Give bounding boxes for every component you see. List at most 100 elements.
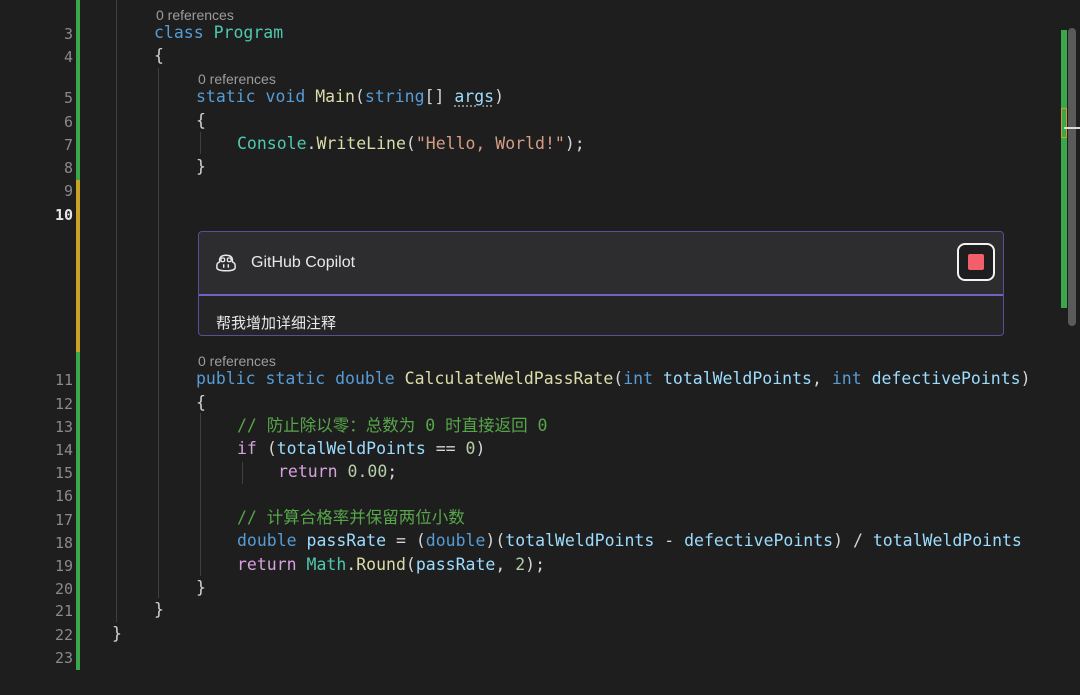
param-token: defectivePoints <box>871 369 1021 388</box>
line-number: 23 <box>54 649 73 667</box>
number-token: 0.00 <box>347 462 388 481</box>
punct-token: , <box>495 555 506 574</box>
code-line-14[interactable]: if (totalWeldPoints == 0) <box>237 438 485 460</box>
operator-token: = <box>395 531 406 550</box>
line-number: 13 <box>54 418 73 436</box>
keyword-token: class <box>154 23 204 42</box>
param-token: totalWeldPoints <box>662 369 812 388</box>
punct-token: ( <box>405 134 416 153</box>
param-token: totalWeldPoints <box>505 531 655 550</box>
keyword-token: string <box>364 87 425 106</box>
code-line-19[interactable]: return Math.Round(passRate, 2); <box>237 554 545 576</box>
punct-token: ) <box>833 531 844 550</box>
param-token: totalWeldPoints <box>872 531 1022 550</box>
punct-token: ( <box>405 555 416 574</box>
stop-button[interactable] <box>957 243 995 281</box>
code-line-12[interactable]: { <box>196 392 206 414</box>
punct-token: ) <box>1020 369 1031 388</box>
number-token: 0 <box>465 439 476 458</box>
punct-token: ) <box>485 531 496 550</box>
punct-token: . <box>346 555 357 574</box>
keyword-token: double <box>425 531 486 550</box>
code-line-8[interactable]: } <box>196 156 206 178</box>
operator-token: / <box>852 531 863 550</box>
punct-token: ); <box>525 555 546 574</box>
copilot-header: GitHub Copilot <box>199 232 1003 296</box>
code-line-5[interactable]: static void Main(string[] args) <box>196 86 504 108</box>
punct-token: ) <box>475 439 486 458</box>
keyword-token: double <box>335 369 395 388</box>
overview-ruler-changes <box>1061 30 1067 308</box>
control-keyword-token: return <box>237 555 297 574</box>
change-indicator-saved <box>76 0 80 180</box>
indent-guide <box>200 413 201 576</box>
overview-ruler-caret <box>1064 127 1080 129</box>
copilot-prompt-text: 帮我增加详细注释 <box>216 314 337 332</box>
line-number-current: 10 <box>54 206 73 224</box>
keyword-token: public <box>196 369 256 388</box>
brace-token: } <box>196 578 206 597</box>
code-line-21[interactable]: } <box>154 599 164 621</box>
code-line-17[interactable]: // 计算合格率并保留两位小数 <box>237 507 465 529</box>
punct-token: ); <box>564 134 585 153</box>
line-number: 20 <box>54 580 73 598</box>
code-line-13[interactable]: // 防止除以零：总数为 0 时直接返回 0 <box>237 415 547 437</box>
line-number: 21 <box>54 602 73 620</box>
punct-token: . <box>306 134 317 153</box>
line-number: 8 <box>63 159 73 177</box>
punct-token: [] <box>424 87 445 106</box>
keyword-token: double <box>237 531 297 550</box>
punct-token: ( <box>415 531 426 550</box>
comment-token: // 计算合格率并保留两位小数 <box>237 508 465 527</box>
param-token: passRate <box>306 531 387 550</box>
param-token: totalWeldPoints <box>276 439 426 458</box>
comment-token: // 防止除以零：总数为 0 时直接返回 0 <box>237 416 548 435</box>
copilot-title: GitHub Copilot <box>251 254 356 271</box>
vertical-scrollbar-thumb[interactable] <box>1068 28 1076 326</box>
brace-token: } <box>196 157 206 176</box>
copilot-inline-chat[interactable]: GitHub Copilot 帮我增加详细注释 <box>198 231 1004 336</box>
keyword-token: void <box>265 87 306 106</box>
line-number: 22 <box>54 626 73 644</box>
code-line-18[interactable]: double passRate = (double)(totalWeldPoin… <box>237 530 1022 552</box>
punct-token: ; <box>387 462 398 481</box>
line-number: 3 <box>63 25 73 43</box>
param-token: defectivePoints <box>684 531 834 550</box>
line-number: 7 <box>63 136 73 154</box>
line-number: 5 <box>63 89 73 107</box>
keyword-token: int <box>831 369 862 388</box>
line-number: 11 <box>54 371 73 389</box>
type-token: Program <box>213 23 284 42</box>
punct-token: ) <box>494 87 505 106</box>
param-token: passRate <box>415 555 496 574</box>
operator-token: - <box>664 531 675 550</box>
code-line-20[interactable]: } <box>196 577 206 599</box>
brace-token: } <box>154 600 164 619</box>
indent-guide <box>200 132 201 154</box>
param-token: args <box>454 87 495 106</box>
code-line-6[interactable]: { <box>196 110 206 132</box>
code-line-7[interactable]: Console.WriteLine("Hello, World!"); <box>237 133 585 155</box>
punct-token: ( <box>495 531 506 550</box>
copilot-icon <box>216 254 236 272</box>
overview-ruler-marker <box>1061 108 1067 138</box>
code-line-11[interactable]: public static double CalculateWeldPassRa… <box>196 368 1031 390</box>
line-number: 12 <box>54 395 73 413</box>
keyword-token: static <box>265 369 326 388</box>
line-number: 4 <box>63 48 73 66</box>
keyword-token: int <box>623 369 654 388</box>
code-line-15[interactable]: return 0.00; <box>278 461 397 483</box>
code-line-22[interactable]: } <box>112 623 122 645</box>
function-token: WriteLine <box>316 134 406 153</box>
code-editor[interactable]: 3 4 5 6 7 8 9 10 11 12 13 14 15 16 17 18… <box>0 0 1080 695</box>
line-number: 19 <box>54 557 73 575</box>
indent-guide <box>116 0 117 622</box>
line-number: 6 <box>63 113 73 131</box>
code-line-4[interactable]: { <box>154 45 164 67</box>
number-token: 2 <box>515 555 526 574</box>
code-line-3[interactable]: class Program <box>154 22 283 44</box>
control-keyword-token: return <box>278 462 338 481</box>
line-number: 9 <box>63 182 73 200</box>
type-token: Console <box>237 134 307 153</box>
brace-token: { <box>154 46 164 65</box>
